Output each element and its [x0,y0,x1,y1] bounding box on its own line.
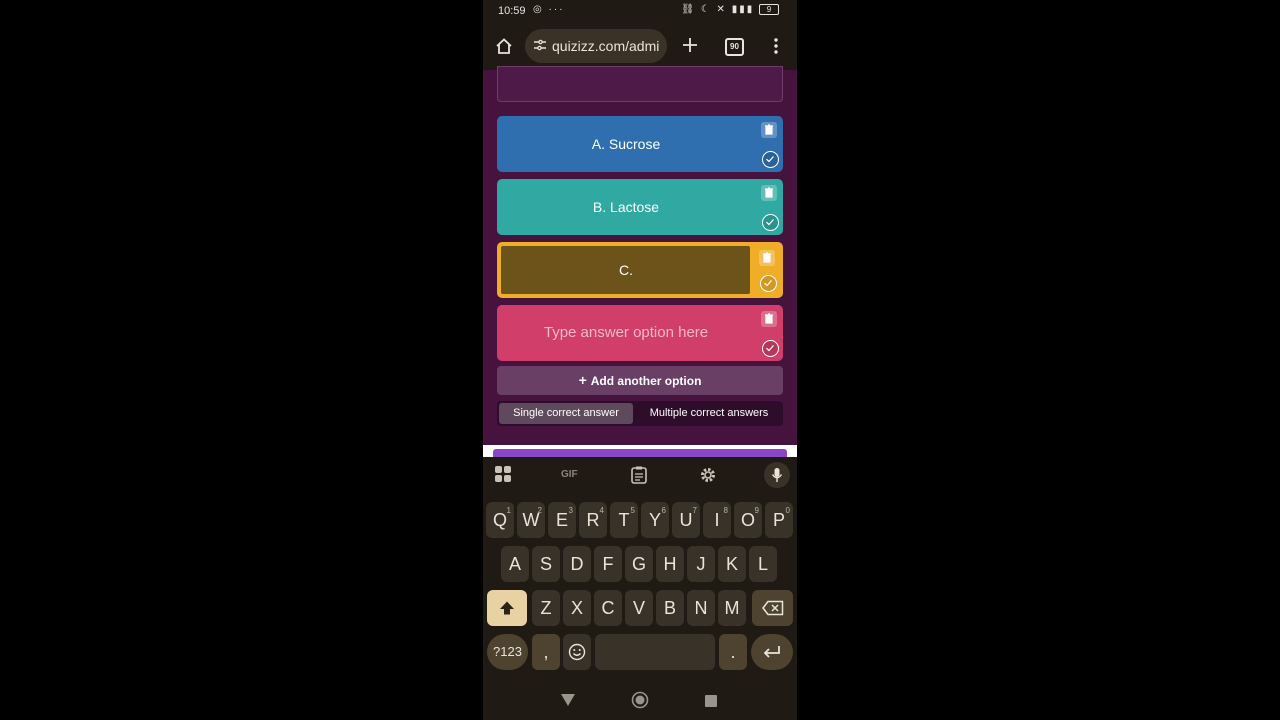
home-icon[interactable] [495,37,513,60]
back-icon[interactable] [561,693,575,711]
home-button-icon[interactable] [631,691,649,714]
delete-option-button[interactable] [759,250,775,266]
answer-option-c[interactable]: C. [497,242,783,298]
mark-correct-button[interactable] [762,340,779,357]
browser-toolbar: quizizz.com/admi 90 [483,24,797,70]
key-l[interactable]: L [749,546,777,582]
shift-key[interactable] [487,590,527,626]
key-n[interactable]: N [687,590,715,626]
symbols-key[interactable]: ?123 [487,634,528,670]
save-bar[interactable] [493,449,787,457]
comma-key[interactable]: , [532,634,560,670]
on-screen-keyboard: GIF Q1 W2 E3 R4 T5 Y6 U7 I8 O9 P0 A S D … [483,457,797,680]
shift-icon [500,601,514,615]
trash-icon [763,252,771,263]
key-g[interactable]: G [625,546,653,582]
system-status-icons: ⛓ ☾ ✕ ▮▮▮ 9 [681,4,779,15]
mark-correct-button[interactable] [762,151,779,168]
enter-key[interactable] [751,634,793,670]
battery-icon: 9 [759,4,779,15]
key-h[interactable]: H [656,546,684,582]
gif-button[interactable]: GIF [561,469,578,480]
check-icon [766,345,774,352]
key-d[interactable]: D [563,546,591,582]
check-icon [766,156,774,163]
tabs-icon[interactable]: 90 [725,38,744,56]
status-icons: ⛓ ☾ ✕ ▮▮▮ [681,4,755,16]
key-o[interactable]: O9 [734,502,762,538]
option-placeholder[interactable]: Type answer option here [497,305,755,361]
key-a[interactable]: A [501,546,529,582]
recents-icon[interactable] [705,694,717,712]
key-e[interactable]: E3 [548,502,576,538]
clipboard-icon[interactable] [631,466,647,489]
option-text[interactable]: A. Sucrose [497,116,755,172]
new-tab-icon[interactable] [682,37,698,58]
key-u[interactable]: U7 [672,502,700,538]
answer-option-a[interactable]: A. Sucrose [497,116,783,172]
backspace-key[interactable] [752,590,793,626]
url-text: quizizz.com/admi [552,38,660,54]
phone-screen: 10:59 ◎ ··· ⛓ ☾ ✕ ▮▮▮ 9 quizizz.com/admi… [483,0,797,720]
space-key[interactable] [595,634,715,670]
question-input[interactable] [497,66,783,102]
option-text[interactable]: C. [499,244,753,296]
plus-icon: + [578,372,587,388]
key-p[interactable]: P0 [765,502,793,538]
system-nav-bar [483,680,797,720]
option-text[interactable]: B. Lactose [497,179,755,235]
check-icon [764,280,772,287]
check-icon [766,219,774,226]
key-x[interactable]: X [563,590,591,626]
mic-icon [771,468,783,482]
key-q[interactable]: Q1 [486,502,514,538]
key-m[interactable]: M [718,590,746,626]
keyboard-toolbar: GIF [483,457,797,495]
status-time: 10:59 [498,5,526,17]
add-option-button[interactable]: + Add another option [497,366,783,395]
key-c[interactable]: C [594,590,622,626]
key-i[interactable]: I8 [703,502,731,538]
key-z[interactable]: Z [532,590,560,626]
url-bar[interactable]: quizizz.com/admi [525,29,667,63]
delete-option-button[interactable] [761,185,777,201]
key-v[interactable]: V [625,590,653,626]
status-bar: 10:59 ◎ ··· ⛓ ☾ ✕ ▮▮▮ 9 [483,0,797,24]
page-footer-strip [483,445,797,457]
emoji-key[interactable] [563,634,591,670]
mark-correct-button[interactable] [760,275,777,292]
delete-option-button[interactable] [761,122,777,138]
add-option-label: Add another option [590,374,702,388]
key-k[interactable]: K [718,546,746,582]
key-s[interactable]: S [532,546,560,582]
answer-mode-toggle: Single correct answer Multiple correct a… [497,401,783,426]
emoji-icon [568,643,586,661]
key-j[interactable]: J [687,546,715,582]
trash-icon [765,124,773,135]
trash-icon [765,187,773,198]
key-w[interactable]: W2 [517,502,545,538]
backspace-icon [761,600,783,616]
enter-icon [763,646,780,658]
answer-option-b[interactable]: B. Lactose [497,179,783,235]
notification-icons: ◎ ··· [533,4,565,15]
site-settings-icon[interactable] [533,38,547,55]
quiz-editor: A. Sucrose B. Lactose C. Type answer opt… [483,66,797,445]
more-vert-icon[interactable] [773,37,779,60]
key-f[interactable]: F [594,546,622,582]
key-b[interactable]: B [656,590,684,626]
trash-icon [765,313,773,324]
key-r[interactable]: R4 [579,502,607,538]
key-t[interactable]: T5 [610,502,638,538]
delete-option-button[interactable] [761,311,777,327]
period-key[interactable]: . [719,634,747,670]
mark-correct-button[interactable] [762,214,779,231]
multiple-correct-tab[interactable]: Multiple correct answers [637,403,781,424]
microphone-button[interactable] [764,462,790,488]
single-correct-tab[interactable]: Single correct answer [499,403,633,424]
settings-gear-icon[interactable] [699,466,717,489]
apps-grid-icon[interactable] [495,466,511,487]
key-y[interactable]: Y6 [641,502,669,538]
answer-option-d[interactable]: Type answer option here [497,305,783,361]
